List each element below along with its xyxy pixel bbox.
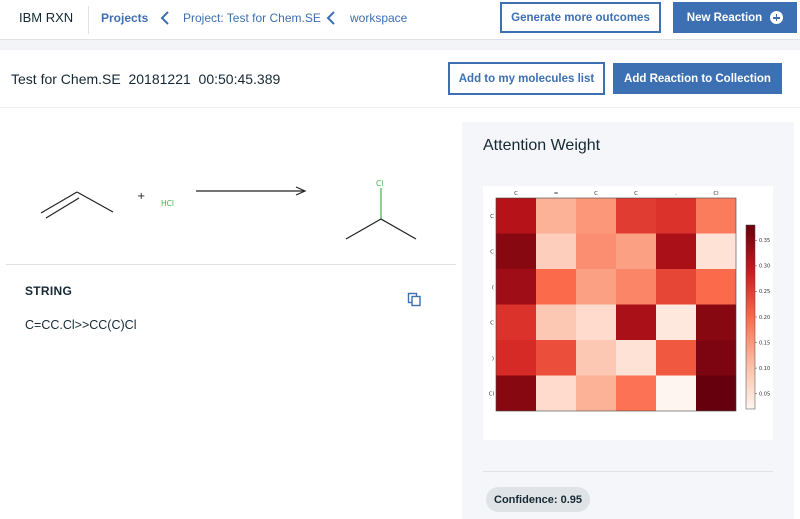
heatmap-cell — [696, 269, 736, 305]
colorbar-tick-label: 0.35 — [759, 238, 770, 244]
heatmap-cell — [616, 198, 656, 234]
reaction-arrow — [196, 186, 307, 196]
panel-divider — [483, 471, 773, 472]
add-reaction-to-collection-label: Add Reaction to Collection — [624, 72, 771, 85]
attention-heatmap: C = C C. Cl C C ( C) Cl 0.05 0.10 0.15 0.20 0.25 0.30 0.… — [489, 191, 770, 412]
x-tick-label: Cl — [713, 191, 719, 197]
heatmap-cell — [656, 340, 696, 376]
heatmap-cell — [576, 269, 616, 305]
x-tick-label: = — [554, 191, 559, 197]
heatmap-cell — [496, 375, 536, 411]
heatmap-cell — [536, 304, 576, 340]
chevron-left-icon[interactable] — [158, 10, 172, 26]
y-tick-label: ( — [492, 285, 494, 291]
chevron-left-icon[interactable] — [324, 10, 338, 26]
generate-more-outcomes-label: Generate more outcomes — [511, 11, 650, 24]
heatmap-cell — [496, 233, 536, 269]
reaction-title: Test for Chem.SE 20181221 00:50:45.389 — [11, 71, 281, 87]
heatmap-cell — [656, 198, 696, 234]
new-reaction-label: New Reaction — [686, 11, 763, 24]
reaction-smiles-string: C=CC.Cl>>CC(C)Cl — [25, 318, 137, 332]
y-tick-label: Cl — [489, 391, 495, 397]
heatmap-cell — [696, 304, 736, 340]
reaction-plus-sign: + — [137, 191, 145, 202]
heatmap-cell — [656, 304, 696, 340]
colorbar-tick-label: 0.30 — [759, 264, 770, 270]
heatmap-cell — [696, 233, 736, 269]
attention-panel: Attention Weight C = C C. Cl C C ( C) Cl 0.05 0.10 0… — [462, 122, 794, 519]
heatmap-cell — [616, 340, 656, 376]
plus-circle-icon — [770, 11, 784, 24]
x-tick-label: C — [514, 191, 518, 197]
heatmap-cell — [496, 198, 536, 234]
colorbar-tick-label: 0.15 — [759, 340, 770, 346]
reaction-diagram: + HCl Cl — [40, 179, 417, 240]
heatmap-cell — [576, 198, 616, 234]
heatmap-cell — [576, 304, 616, 340]
colorbar-tick-label: 0.25 — [759, 289, 770, 295]
add-to-molecules-button[interactable]: Add to my molecules list — [448, 62, 605, 95]
breadcrumb-project[interactable]: Project: Test for Chem.SE — [183, 11, 321, 25]
attention-weight-title: Attention Weight — [483, 137, 601, 154]
heatmap-cell — [616, 375, 656, 411]
reaction-card: Test for Chem.SE 20181221 00:50:45.389 A… — [0, 50, 800, 519]
hcl-reagent-label: HCl — [161, 199, 174, 208]
add-reaction-to-collection-button[interactable]: Add Reaction to Collection — [613, 63, 782, 94]
colorbar-tick-label: 0.20 — [759, 315, 770, 321]
breadcrumb-workspace[interactable]: workspace — [350, 11, 407, 25]
y-tick-label: C — [490, 249, 494, 255]
y-tick-label: ) — [492, 356, 494, 362]
header-divider — [88, 6, 89, 34]
confidence-badge: Confidence: 0.95 — [486, 487, 591, 512]
copy-icon[interactable] — [407, 292, 422, 307]
heatmap-cell — [536, 233, 576, 269]
attention-heatmap-container: C = C C. Cl C C ( C) Cl 0.05 0.10 0.15 0.20 0.25 0.30 0.… — [483, 186, 773, 440]
x-tick-label: C — [594, 191, 598, 197]
add-to-molecules-label: Add to my molecules list — [458, 72, 595, 85]
product-structure — [345, 188, 417, 240]
heatmap-cell — [576, 233, 616, 269]
heatmap-cell — [696, 198, 736, 234]
heatmap-cell — [616, 269, 656, 305]
heatmap-cell — [576, 375, 616, 411]
section-divider — [6, 264, 456, 265]
colorbar-tick-label: 0.05 — [759, 391, 770, 397]
propene-structure — [40, 191, 114, 219]
top-navigation-bar: IBM RXN Projects Project: Test for Chem.… — [0, 0, 800, 40]
generate-more-outcomes-button[interactable]: Generate more outcomes — [500, 2, 661, 33]
heatmap-cell — [536, 375, 576, 411]
heatmap-cell — [616, 233, 656, 269]
colorbar-tick-label: 0.10 — [759, 366, 770, 372]
y-tick-label: C — [490, 320, 494, 326]
heatmap-cell — [576, 340, 616, 376]
heatmap-cell — [656, 233, 696, 269]
heatmap-cell — [696, 375, 736, 411]
y-tick-label: C — [490, 214, 494, 220]
heatmap-cell — [496, 269, 536, 305]
colorbar — [745, 224, 756, 410]
string-label: STRING — [25, 284, 73, 298]
chlorine-atom-label: Cl — [376, 179, 383, 188]
heatmap-cell — [536, 340, 576, 376]
x-tick-label: . — [675, 191, 677, 197]
heatmap-cell — [656, 375, 696, 411]
new-reaction-button[interactable]: New Reaction — [673, 2, 797, 33]
heatmap-cell — [616, 304, 656, 340]
heatmap-cell — [496, 304, 536, 340]
heatmap-cell — [696, 340, 736, 376]
heatmap-cell — [536, 198, 576, 234]
breadcrumb-projects[interactable]: Projects — [101, 11, 148, 25]
heatmap-cell — [536, 269, 576, 305]
heatmap-cell — [656, 269, 696, 305]
x-tick-label: C — [634, 191, 638, 197]
brand-logo-text[interactable]: IBM RXN — [19, 10, 73, 25]
heatmap-cell — [496, 340, 536, 376]
